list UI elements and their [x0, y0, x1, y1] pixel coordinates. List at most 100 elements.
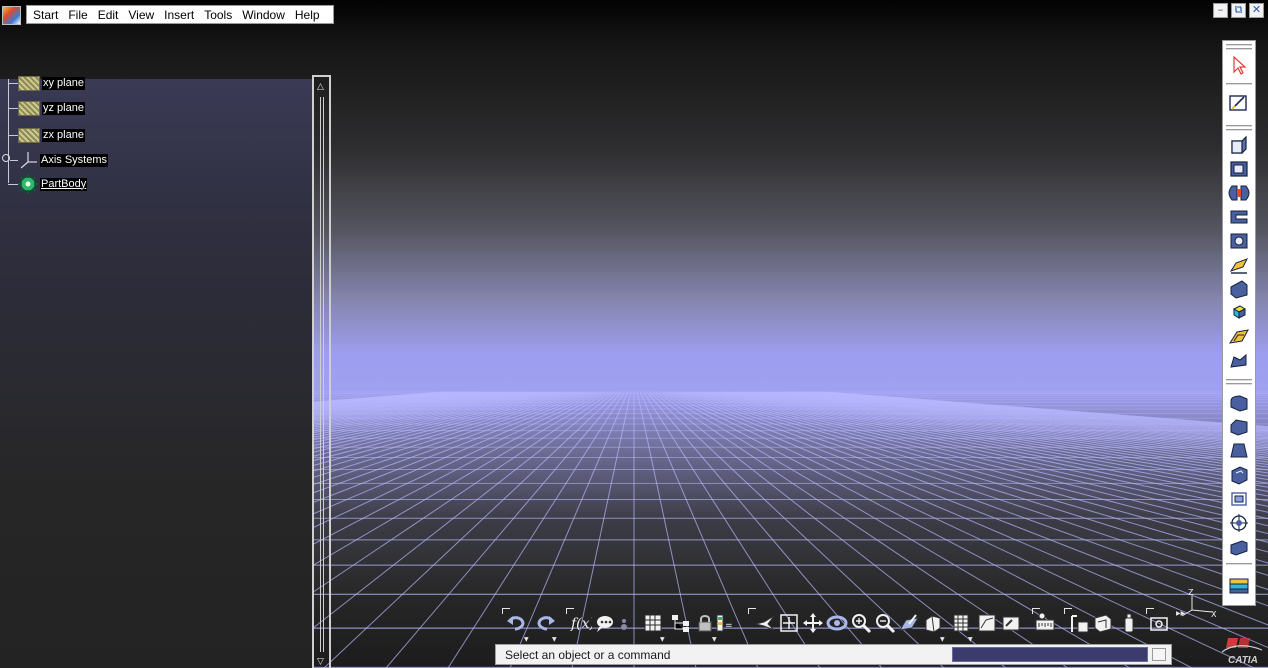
menu-window[interactable]: Window — [239, 8, 292, 22]
menu-start[interactable]: Start — [30, 8, 65, 22]
tree-item-zx-plane[interactable]: zx plane — [8, 128, 85, 143]
measure-between-icon[interactable] — [1034, 612, 1056, 634]
pocket-icon[interactable] — [1228, 159, 1250, 179]
formula-icon[interactable]: f(x) — [570, 612, 592, 634]
chevron-down-icon[interactable]: ▼ — [552, 636, 557, 643]
scroll-down-arrow-icon[interactable]: ▽ — [317, 657, 324, 667]
tree-item-partbody[interactable]: PartBody — [8, 174, 88, 194]
quick-view-icon[interactable] — [922, 612, 944, 634]
minimize-button[interactable]: – — [1213, 3, 1228, 18]
table-icon[interactable] — [642, 612, 664, 634]
tree-expand-toggle[interactable] — [2, 154, 10, 162]
menu-help[interactable]: Help — [292, 8, 327, 22]
lock-icon[interactable] — [694, 612, 716, 634]
tree-item-yz-plane[interactable]: yz plane — [8, 101, 85, 116]
tree-item-xy-plane[interactable]: xy plane — [8, 76, 85, 91]
macro-icon[interactable] — [616, 612, 638, 634]
tree-view-icon[interactable] — [670, 612, 692, 634]
axis-compass[interactable]: Z X — [1180, 586, 1224, 622]
rotate-icon[interactable] — [826, 612, 848, 634]
fit-all-icon[interactable] — [778, 612, 800, 634]
menu-edit[interactable]: Edit — [95, 8, 126, 22]
measure-item-icon[interactable] — [1068, 612, 1090, 634]
thickness-icon[interactable] — [1228, 489, 1250, 509]
loft-icon[interactable] — [1228, 327, 1250, 347]
view-mode-icon[interactable] — [950, 612, 972, 634]
scroll-up-arrow-icon[interactable]: △ — [317, 82, 324, 92]
thread-icon[interactable] — [1228, 513, 1250, 533]
knowledge-advisor-icon[interactable] — [594, 612, 616, 634]
axis-system-icon — [20, 152, 37, 169]
shaft-icon[interactable] — [1228, 183, 1250, 203]
groove-icon[interactable] — [1228, 207, 1250, 227]
menu-strip: Start File Edit View Insert Tools Window… — [26, 5, 334, 24]
menu-tools[interactable]: Tools — [201, 8, 239, 22]
svg-text:=: = — [725, 621, 733, 631]
normal-view-icon[interactable] — [898, 612, 920, 634]
catia-app-icon[interactable] — [2, 6, 21, 25]
toolbar-separator — [1226, 379, 1252, 381]
compass-z-label: Z — [1188, 588, 1194, 597]
tree-item-label: zx plane — [42, 129, 85, 142]
window-controls: – ⧉ ✕ — [1213, 3, 1264, 18]
plane-icon — [18, 101, 40, 116]
render-icon[interactable] — [1148, 612, 1170, 634]
close-button[interactable]: ✕ — [1249, 3, 1264, 18]
apply-material-icon[interactable] — [1118, 612, 1140, 634]
removed-loft-icon[interactable] — [1228, 351, 1250, 371]
zoom-out-icon[interactable] — [874, 612, 896, 634]
chamfer-icon[interactable] — [1228, 417, 1250, 437]
chevron-down-icon[interactable]: ▼ — [712, 636, 717, 643]
menu-file[interactable]: File — [65, 8, 94, 22]
restore-button[interactable]: ⧉ — [1231, 3, 1246, 18]
shell-icon[interactable] — [1228, 465, 1250, 485]
toolbar-separator — [1226, 48, 1252, 50]
menu-insert[interactable]: Insert — [161, 8, 201, 22]
chevron-down-icon[interactable]: ▼ — [940, 636, 945, 643]
toolbar-separator — [1226, 563, 1252, 565]
tree-item-label: xy plane — [42, 77, 85, 90]
pad-icon[interactable] — [1228, 135, 1250, 155]
status-bar: Select an object or a command — [495, 644, 1172, 665]
tree-item-label: PartBody — [40, 177, 88, 191]
sketcher-icon[interactable] — [1228, 93, 1250, 113]
slot-icon[interactable] — [1228, 279, 1250, 299]
zoom-in-icon[interactable] — [850, 612, 872, 634]
stiffener-icon[interactable] — [1228, 303, 1250, 323]
tree-connector — [10, 159, 18, 161]
hide-show-icon[interactable] — [976, 612, 998, 634]
bottom-horizontal-toolbar: ▼ ▼ f(x) ▼ = ▼ — [498, 606, 1188, 643]
catia-logo-text: CATIA — [1228, 655, 1258, 666]
scroll-track[interactable] — [320, 97, 324, 652]
hole-icon[interactable] — [1228, 231, 1250, 251]
plane-icon — [18, 76, 40, 91]
pan-icon[interactable] — [802, 612, 824, 634]
svg-text:f(x): f(x) — [570, 616, 592, 632]
redo-icon[interactable] — [534, 612, 556, 634]
tree-connector — [8, 183, 18, 185]
fly-mode-icon[interactable] — [754, 612, 776, 634]
status-options-button[interactable] — [1152, 648, 1166, 661]
chevron-down-icon[interactable]: ▼ — [524, 636, 529, 643]
remove-face-icon[interactable] — [1228, 537, 1250, 557]
undo-icon[interactable] — [506, 612, 528, 634]
chevron-down-icon[interactable]: ▼ — [660, 636, 665, 643]
power-input-field[interactable] — [952, 647, 1148, 662]
measure-inertia-icon[interactable] — [1092, 612, 1114, 634]
rib-icon[interactable] — [1228, 255, 1250, 275]
tree-connector — [8, 108, 18, 109]
chevron-down-icon[interactable]: ▼ — [968, 636, 973, 643]
parameters-icon[interactable]: = — [714, 612, 736, 634]
draft-icon[interactable] — [1228, 441, 1250, 461]
toolbar-separator — [1226, 383, 1252, 385]
menu-view[interactable]: View — [125, 8, 161, 22]
tree-item-axis-systems[interactable]: Axis Systems — [10, 150, 109, 170]
material-icon[interactable] — [1228, 575, 1250, 595]
select-arrow-icon[interactable] — [1228, 55, 1250, 75]
edge-fillet-icon[interactable] — [1228, 393, 1250, 413]
plane-icon — [18, 128, 40, 143]
tree-connector — [8, 83, 18, 84]
gear-icon — [18, 174, 38, 194]
tree-scrollbar[interactable]: △ ▽ — [312, 75, 331, 668]
swap-visible-space-icon[interactable] — [1000, 612, 1022, 634]
